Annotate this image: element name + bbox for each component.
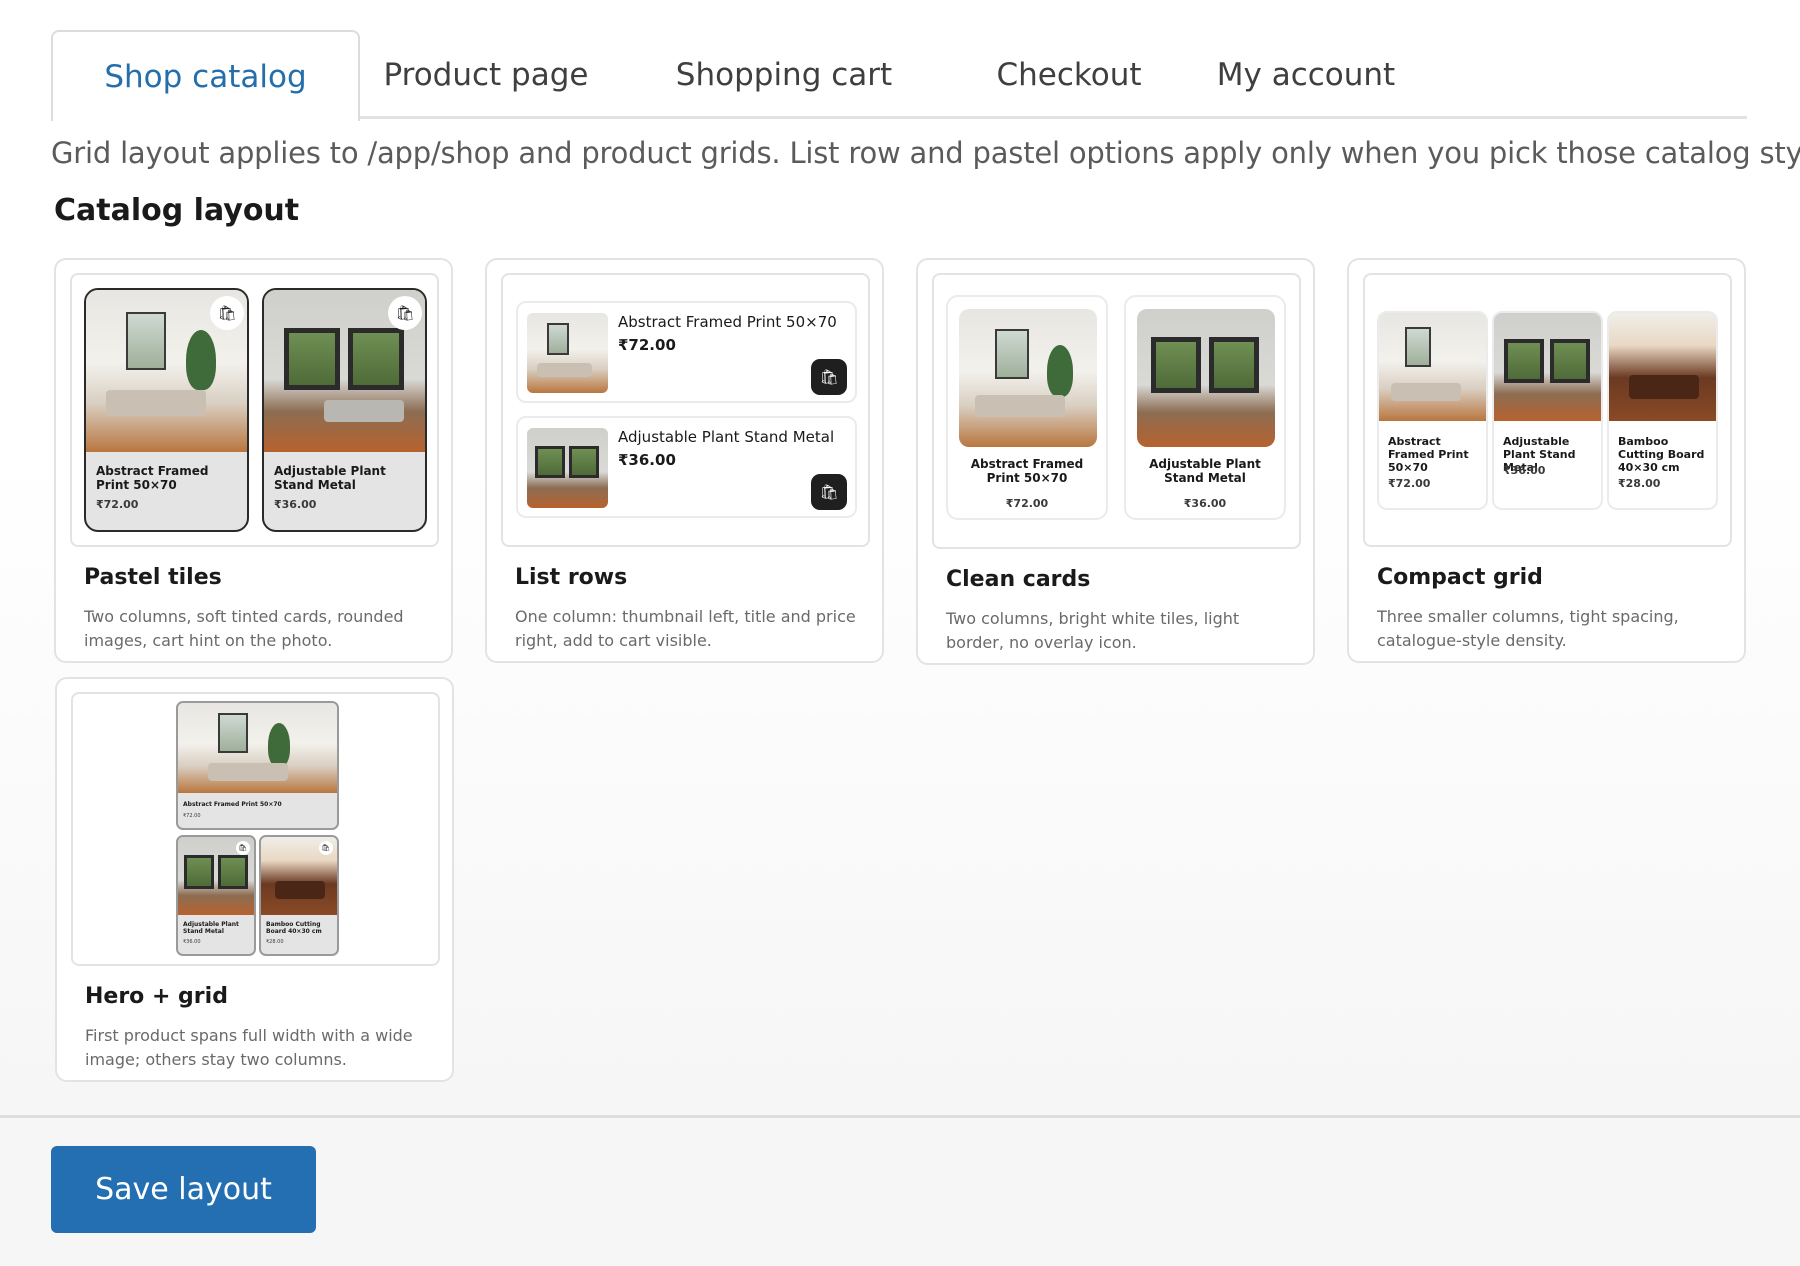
tab-shop-catalog[interactable]: Shop catalog [51,30,360,121]
product-price: ₹72.00 [1388,477,1431,490]
product-image [959,309,1097,447]
tab-shopping-cart[interactable]: Shopping cart [669,30,899,119]
product-price: ₹36.00 [1503,464,1546,477]
save-layout-button[interactable]: Save layout [51,1146,316,1233]
layout-option-list-rows[interactable]: Abstract Framed Print 50×70 ₹72.00 🛍 Adj… [485,258,884,663]
product-name: Abstract Framed Print 50×70 [618,313,837,331]
layout-title: Hero + grid [85,984,228,1009]
tab-bar: Shop catalog Product page Shopping cart … [51,30,1747,121]
layout-title: Compact grid [1377,565,1543,590]
product-name: Adjustable Plant Stand Metal [274,464,386,492]
list-item: Abstract Framed Print 50×70 ₹72.00 🛍 [516,301,857,403]
product-price: ₹72.00 [618,336,676,354]
product-price: ₹28.00 [1618,477,1661,490]
product-image [1137,309,1275,447]
layout-preview: Abstract Framed Print 50×70 ₹72.00 Adjus… [1363,273,1732,547]
product-tile: Abstract Framed Print 50×70 ₹72.00 [1377,311,1488,510]
layout-preview: 🛍 Abstract Framed Print 50×70 ₹72.00 🛍 A… [70,273,439,547]
layout-option-compact-grid[interactable]: Abstract Framed Print 50×70 ₹72.00 Adjus… [1347,258,1746,663]
tab-checkout[interactable]: Checkout [974,30,1164,119]
shopping-bag-icon: 🛍 [811,359,847,395]
product-image [1379,313,1486,421]
list-item: Adjustable Plant Stand Metal ₹36.00 🛍 [516,416,857,518]
product-tile: 🛍 Adjustable Plant Stand Metal ₹36.00 [262,288,427,532]
shopping-bag-icon: 🛍 [210,296,244,330]
product-tile: Bamboo Cutting Board 40×30 cm ₹28.00 [1607,311,1718,510]
product-name: Adjustable Plant Stand Metal [618,428,835,446]
product-name: Abstract Framed Print 50×70 [1388,435,1469,474]
tab-product-page[interactable]: Product page [381,30,591,119]
layout-option-clean-cards[interactable]: Abstract Framed Print 50×70 ₹72.00 Adjus… [916,258,1315,665]
product-price: ₹28.00 [266,939,284,945]
shopping-bag-icon: 🛍 [319,841,333,855]
product-name: Abstract Framed Print 50×70 [183,801,282,808]
shopping-bag-icon: 🛍 [388,296,422,330]
layout-hint: Grid layout applies to /app/shop and pro… [51,136,1800,170]
layout-preview: Abstract Framed Print 50×70 ₹72.00 🛍 Adj… [71,692,440,966]
product-name: Bamboo Cutting Board 40×30 cm [266,921,322,935]
layout-description: First product spans full width with a wi… [85,1026,413,1069]
layout-description: Two columns, bright white tiles, light b… [946,609,1240,652]
product-card: Abstract Framed Print 50×70 ₹72.00 [946,295,1108,520]
footer-divider [0,1115,1800,1118]
product-tile: 🛍 Abstract Framed Print 50×70 ₹72.00 [84,288,249,532]
product-image [1609,313,1716,421]
product-thumbnail [527,428,608,508]
shopping-bag-icon: 🛍 [811,474,847,510]
product-image [178,703,337,793]
product-card: Adjustable Plant Stand Metal ₹36.00 [1124,295,1286,520]
layout-description: Two columns, soft tinted cards, rounded … [84,607,404,650]
product-image [1494,313,1601,421]
product-price: ₹72.00 [1005,497,1049,510]
layout-description: Three smaller columns, tight spacing, ca… [1377,607,1679,650]
layout-option-hero-grid[interactable]: Abstract Framed Print 50×70 ₹72.00 🛍 Adj… [55,677,454,1082]
product-name: Adjustable Plant Stand Metal [1149,457,1261,485]
product-price: ₹36.00 [1183,497,1227,510]
layout-title: Clean cards [946,567,1091,592]
product-price: ₹72.00 [183,813,201,819]
shopping-bag-icon: 🛍 [236,841,250,855]
layout-description: One column: thumbnail left, title and pr… [515,607,856,650]
product-name: Abstract Framed Print 50×70 [96,464,209,492]
product-name: Abstract Framed Print 50×70 [970,457,1084,485]
product-name: Adjustable Plant Stand Metal [183,921,239,935]
product-name: Bamboo Cutting Board 40×30 cm [1618,435,1705,474]
product-tile: 🛍 Adjustable Plant Stand Metal ₹36.00 [176,835,256,956]
layout-preview: Abstract Framed Print 50×70 ₹72.00 Adjus… [932,273,1301,549]
tab-my-account[interactable]: My account [1201,30,1411,119]
section-title: Catalog layout [54,193,300,228]
hero-product-tile: Abstract Framed Print 50×70 ₹72.00 [176,701,339,830]
layout-title: Pastel tiles [84,565,222,590]
product-thumbnail [527,313,608,393]
layout-option-pastel-tiles[interactable]: 🛍 Abstract Framed Print 50×70 ₹72.00 🛍 A… [54,258,453,663]
product-price: ₹36.00 [274,498,317,511]
product-tile: Adjustable Plant Stand Metal ₹36.00 [1492,311,1603,510]
layout-preview: Abstract Framed Print 50×70 ₹72.00 🛍 Adj… [501,273,870,547]
product-tile: 🛍 Bamboo Cutting Board 40×30 cm ₹28.00 [259,835,339,956]
product-price: ₹36.00 [618,451,676,469]
product-price: ₹72.00 [96,498,139,511]
product-price: ₹36.00 [183,939,201,945]
layout-title: List rows [515,565,628,590]
